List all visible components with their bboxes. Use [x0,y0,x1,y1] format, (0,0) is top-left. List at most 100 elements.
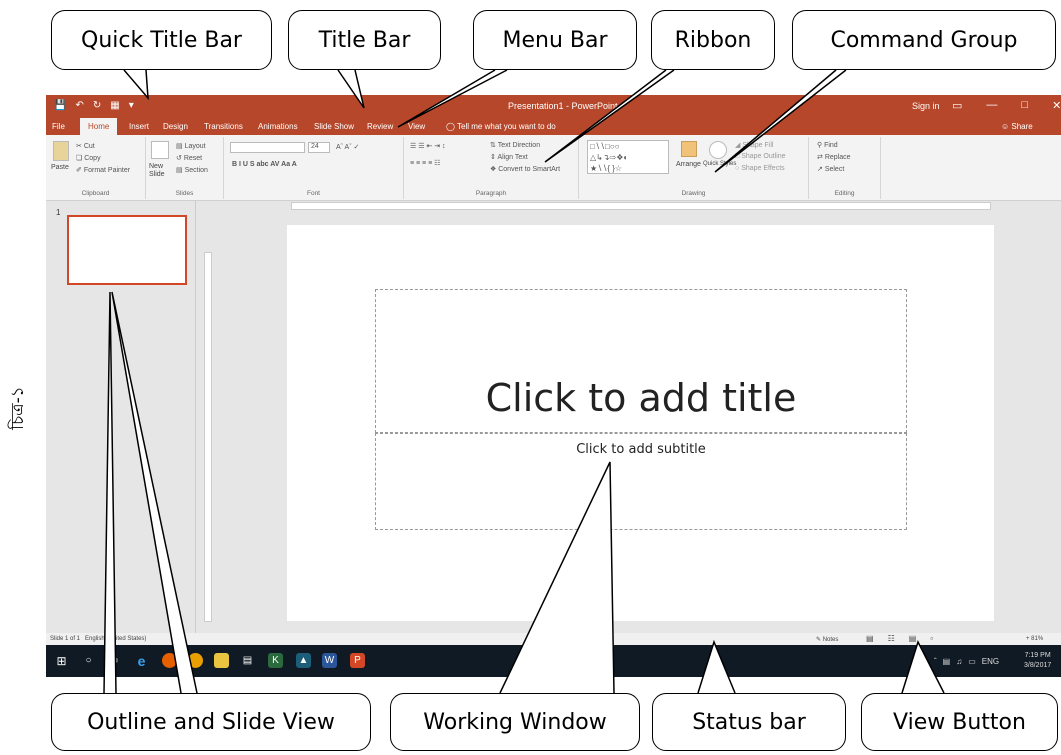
text-direction-button[interactable]: ⇅ Text Direction [490,141,540,149]
share-button[interactable]: ☺ Share [1001,122,1033,131]
chevron-up-icon[interactable]: ˆ [934,657,937,666]
volume-icon[interactable]: ♫ [956,657,962,666]
reset-button[interactable]: ↺ Reset [176,154,202,162]
customize-icon[interactable]: ▾ [129,100,134,111]
slides-group: New Slide ▤ Layout ↺ Reset ▤ Section Sli… [146,137,224,199]
align-text-button[interactable]: ⇕ Align Text [490,153,528,161]
windows-start-icon[interactable]: ⊞ [54,653,69,668]
bullet-list-icons[interactable]: ☰ ☰ ⇤ ⇥ ↕ [410,142,446,150]
close-button[interactable]: ✕ [1052,99,1061,112]
font-style-buttons[interactable]: B I U S abc AV Aa A [232,161,297,168]
sign-in-link[interactable]: Sign in [912,101,940,111]
align-icons[interactable]: ≡ ≡ ≡ ≡ ☷ [410,159,440,167]
replace-button[interactable]: ⇄ Replace [817,153,851,161]
title-bar: 💾 ↶ ↻ ▦ ▾ Presentation1 - PowerPoint Sig… [46,95,1061,117]
powerpoint-window: 💾 ↶ ↻ ▦ ▾ Presentation1 - PowerPoint Sig… [46,95,1061,677]
tab-slide-show[interactable]: Slide Show [314,122,354,131]
save-icon[interactable]: 💾 [54,100,66,111]
clock[interactable]: 7:19 PM 3/8/2017 [1024,651,1051,671]
cut-button[interactable]: ✂ Cut [76,142,95,150]
chart-app-icon[interactable]: ▲ [296,653,311,668]
copy-button[interactable]: ❏ Copy [76,154,101,162]
powerpoint-icon[interactable]: P [350,653,365,668]
present-icon[interactable]: ▦ [110,100,119,111]
network-icon[interactable]: ▤ [943,657,951,666]
callout-menu-bar: Menu Bar [473,10,637,70]
drawing-label: Drawing [681,190,706,197]
ribbon: Paste ✂ Cut ❏ Copy ✐ Format Painter Clip… [46,135,1061,201]
minimize-button[interactable]: — [986,99,997,112]
select-button[interactable]: ↗ Select [817,165,844,173]
callout-view-button: View Button [861,693,1058,751]
tab-home[interactable]: Home [80,118,118,135]
menu-bar: File Home Insert Design Transitions Anim… [46,117,1061,135]
clipboard-group: Paste ✂ Cut ❏ Copy ✐ Format Painter Clip… [46,137,146,199]
paste-button[interactable]: Paste [51,164,69,171]
tab-insert[interactable]: Insert [129,122,149,131]
maximize-button[interactable]: □ [1021,99,1028,112]
window-title: Presentation1 - PowerPoint [508,101,618,111]
arrange-button[interactable]: Arrange [676,161,701,168]
font-grow-shrink-icon[interactable]: Aˆ Aˇ ✓ [336,143,359,151]
redo-icon[interactable]: ↻ [93,100,101,111]
callout-title-bar: Title Bar [288,10,441,70]
status-bar: Slide 1 of 1 English (United States) ✎ N… [46,633,1061,645]
shapes-gallery[interactable]: □∖∖□○○ △↳↴⇨❖◐ ★∖∖{ }☆ [587,140,669,174]
shape-effects-button[interactable]: ○ Shape Effects [735,165,785,172]
editing-group: ⚲ Find ⇄ Replace ↗ Select Editing [809,137,881,199]
quick-styles-button[interactable]: Quick Styles [703,161,736,167]
language-indicator[interactable]: ENG [982,657,999,666]
file-explorer-icon[interactable] [214,653,229,668]
store-icon[interactable]: ▤ [240,653,255,668]
quick-styles-icon[interactable] [709,141,727,159]
zoom-level[interactable]: + 81% [1026,636,1043,642]
new-slide-button[interactable]: New Slide [149,163,173,179]
tab-file[interactable]: File [52,122,65,131]
notes-button[interactable]: ✎ Notes [816,636,838,643]
callout-working-window: Working Window [390,693,640,751]
format-painter-button[interactable]: ✐ Format Painter [76,166,130,174]
font-name-input[interactable] [230,142,305,153]
edge-browser-icon[interactable]: e [134,653,149,669]
section-button[interactable]: ▤ Section [176,166,208,174]
task-view-icon[interactable]: ▭ [106,653,121,668]
slide-sorter-icon[interactable]: ☷ [888,634,895,643]
quick-access-toolbar: 💾 ↶ ↻ ▦ ▾ [54,100,134,111]
tab-view[interactable]: View [408,122,425,131]
slides-label: Slides [175,190,194,197]
notification-icon[interactable]: ▭ [968,657,976,666]
undo-icon[interactable]: ↶ [75,100,83,111]
chrome-icon[interactable] [188,653,203,668]
kaspersky-icon[interactable]: K [268,653,283,668]
font-size-input[interactable]: 24 [308,142,330,153]
tab-transitions[interactable]: Transitions [204,122,243,131]
normal-view-icon[interactable]: ▤ [866,634,874,643]
callout-quick-title-bar: Quick Title Bar [51,10,272,70]
paste-icon[interactable] [53,141,69,161]
shape-outline-button[interactable]: □ Shape Outline [735,153,786,160]
tell-me-search[interactable]: ◯ Tell me what you want to do [446,122,556,131]
clipboard-label: Clipboard [81,190,110,197]
reading-view-icon[interactable]: ▤ [909,634,917,643]
shape-fill-button[interactable]: ◢ Shape Fill [735,141,773,149]
smartart-button[interactable]: ❖ Convert to SmartArt [490,165,560,173]
firefox-icon[interactable] [162,653,177,668]
word-icon[interactable]: W [322,653,337,668]
tab-review[interactable]: Review [367,122,393,131]
arrange-icon[interactable] [681,141,697,157]
editing-label: Editing [834,190,855,197]
ribbon-display-button[interactable]: ▭ [952,99,962,112]
person-icon: ☺ [1001,122,1012,131]
new-slide-icon[interactable] [151,141,169,159]
tab-animations[interactable]: Animations [258,122,298,131]
slide-thumbnail[interactable] [67,215,187,285]
layout-button[interactable]: ▤ Layout [176,142,206,150]
callout-ribbon: Ribbon [651,10,775,70]
slideshow-view-icon[interactable]: ▫ [930,634,933,643]
slide-info: Slide 1 of 1 English (United States) [50,636,147,642]
title-placeholder[interactable]: Click to add title [375,289,907,433]
search-icon[interactable]: ○ [81,653,96,668]
subtitle-placeholder[interactable]: Click to add subtitle [375,433,907,530]
find-button[interactable]: ⚲ Find [817,141,838,149]
tab-design[interactable]: Design [163,122,188,131]
